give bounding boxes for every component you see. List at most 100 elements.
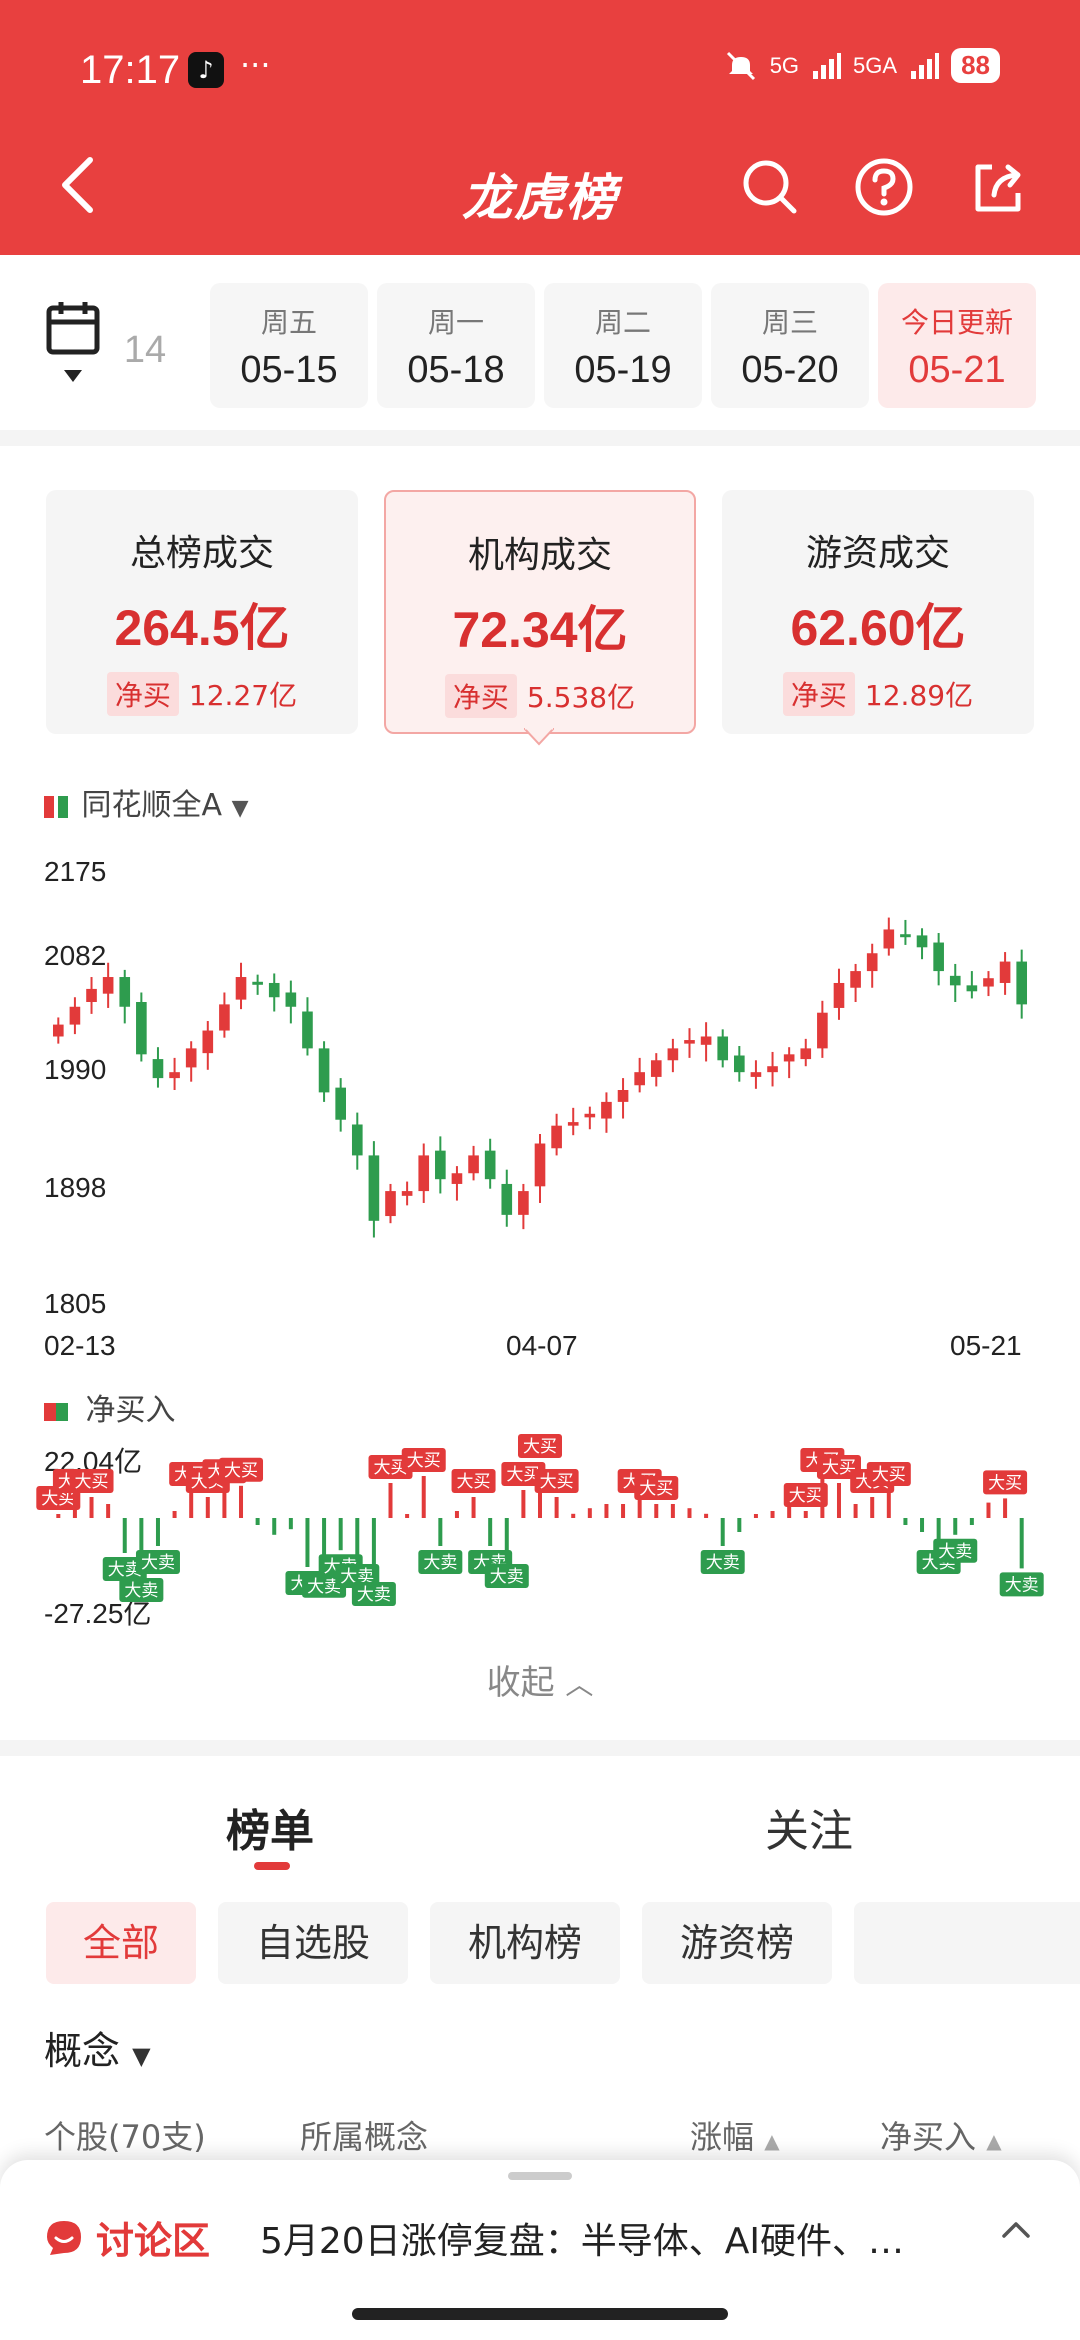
calendar-icon[interactable] [44,300,104,390]
search-icon[interactable] [738,155,802,219]
date-selector: 14 周五 05-15 周一 05-18 周二 05-19 周三 05-20 今… [0,255,1080,430]
sheet-grabber[interactable] [508,2172,572,2180]
candle-body [119,977,131,1007]
app-header: 17:17 ♪ ··· 5G 5GA 88 龙虎榜 [0,0,1080,255]
network-5ga: 5GA [853,52,898,78]
status-time: 17:17 [80,48,181,92]
col-concept: 所属概念 [300,2118,429,2156]
flow-bar [122,1518,127,1553]
chip-all[interactable]: 全部 [46,1902,196,1984]
big-sell-badge: 大卖 [119,1578,164,1602]
flow-bar [820,1476,825,1518]
candle-body [418,1155,430,1192]
candle-body [202,1030,214,1054]
concept-filter[interactable]: 概念 ▼ [44,2020,151,2075]
candle-body [883,929,895,949]
chevron-up-icon[interactable] [996,2210,1036,2250]
date-day: 05-21 [908,349,1006,391]
flow-bar [704,1513,709,1518]
date-item-0515[interactable]: 周五 05-15 [210,283,368,408]
date-item-0520[interactable]: 周三 05-20 [711,283,869,408]
collapse-button[interactable]: 收起 ︿ [0,1655,1080,1704]
index-legend[interactable]: 同花顺全A ▼ [44,780,249,824]
flow-bar [903,1518,908,1525]
flow-bar [189,1490,194,1518]
card-hotmoney-turnover[interactable]: 游资成交 62.60亿 净买 12.89亿 [722,490,1034,734]
tab-list[interactable]: 榜单 [226,1795,314,1859]
tab-follow[interactable]: 关注 [765,1795,853,1859]
card-title: 机构成交 [467,535,612,576]
candle-body [501,1183,513,1215]
discussion-title: 讨论区 [96,2219,211,2263]
discussion-label: 讨论区 [44,2210,210,2265]
flow-bar [604,1504,609,1518]
chip-institution[interactable]: 机构榜 [430,1902,620,1984]
card-value: 62.60亿 [790,600,966,656]
card-institution-turnover[interactable]: 机构成交 72.34亿 净买 5.538亿 [384,490,696,734]
date-item-0521[interactable]: 今日更新 05-21 [878,283,1036,408]
flow-bar [355,1518,360,1560]
flow-bar [886,1490,891,1518]
candle-legend-icon [44,795,54,818]
date-day: 05-19 [574,349,672,391]
candle-legend-icon [58,795,68,818]
svg-text:大卖: 大卖 [938,1542,972,1562]
x-tick: 04-07 [506,1330,578,1361]
col-change[interactable]: 涨幅 ▲ [690,2112,780,2158]
flow-bar [737,1518,742,1532]
flow-bar [338,1518,343,1551]
big-buy-badge: 大买 [983,1470,1028,1495]
candle-body [551,1125,562,1149]
candle-body [584,1113,596,1118]
net-buy-tag: 净买 [444,674,517,718]
signal-icon [813,52,842,79]
net-flow-chart[interactable]: 大买大买大买大卖大卖大卖大买大买大买大买大卖大卖大卖大卖大卖大买大买大卖大买大卖… [0,1430,1080,1630]
news-headline[interactable]: 5月20日涨停复盘：半导体、AI硬件、… [260,2212,950,2264]
flow-bar [421,1476,426,1518]
battery-level: 88 [951,48,1000,83]
candle-body [69,1006,81,1025]
svg-text:大卖: 大卖 [490,1567,524,1587]
chip-hotmoney[interactable]: 游资榜 [642,1902,832,1984]
candle-body [152,1059,164,1079]
tiktok-icon: ♪ [188,52,224,88]
home-indicator [352,2308,728,2320]
chip-watchlist[interactable]: 自选股 [218,1902,408,1984]
more-notifications-icon: ··· [240,46,271,84]
candle-body [949,975,961,986]
candlestick-chart[interactable] [0,840,1080,1360]
col-netbuy[interactable]: 净买入 ▲ [880,2112,1002,2158]
page-title: 龙虎榜 [462,169,618,227]
svg-text:大卖: 大卖 [357,1585,391,1605]
candle-body [86,988,97,1002]
date-item-0518[interactable]: 周一 05-18 [377,283,535,408]
flow-bar [205,1497,210,1518]
flow-bar [986,1502,991,1518]
flow-bar [571,1513,576,1518]
flow-legend-icon [56,1402,68,1421]
candle-body [351,1124,363,1156]
share-icon[interactable] [966,155,1030,219]
date-weekday: 今日更新 [900,306,1013,339]
help-icon[interactable] [852,155,916,219]
net-buy-value: 5.538亿 [526,681,636,714]
date-item-0519[interactable]: 周二 05-19 [544,283,702,408]
col-netbuy-label: 净买入 [880,2118,977,2156]
chip-more[interactable] [854,1902,1080,1984]
card-total-turnover[interactable]: 总榜成交 264.5亿 净买 12.27亿 [46,490,358,734]
date-item-prev[interactable]: 14 [100,283,190,408]
flow-bar [920,1518,925,1532]
flow-bar [654,1504,659,1518]
candle-body [285,992,297,1007]
flow-bar [172,1511,177,1518]
flow-legend: 净买入 [44,1385,176,1429]
svg-text:大买: 大买 [457,1472,491,1492]
flow-bar [1003,1498,1008,1518]
big-buy-badge: 大买 [69,1469,114,1493]
divider [0,430,1080,446]
card-net: 净买 5.538亿 [386,674,694,718]
col-stocks: 个股(70支) [44,2118,206,2156]
big-buy-badge: 大买 [401,1448,446,1472]
big-buy-badge: 大买 [534,1469,579,1493]
flow-bar [155,1518,160,1546]
